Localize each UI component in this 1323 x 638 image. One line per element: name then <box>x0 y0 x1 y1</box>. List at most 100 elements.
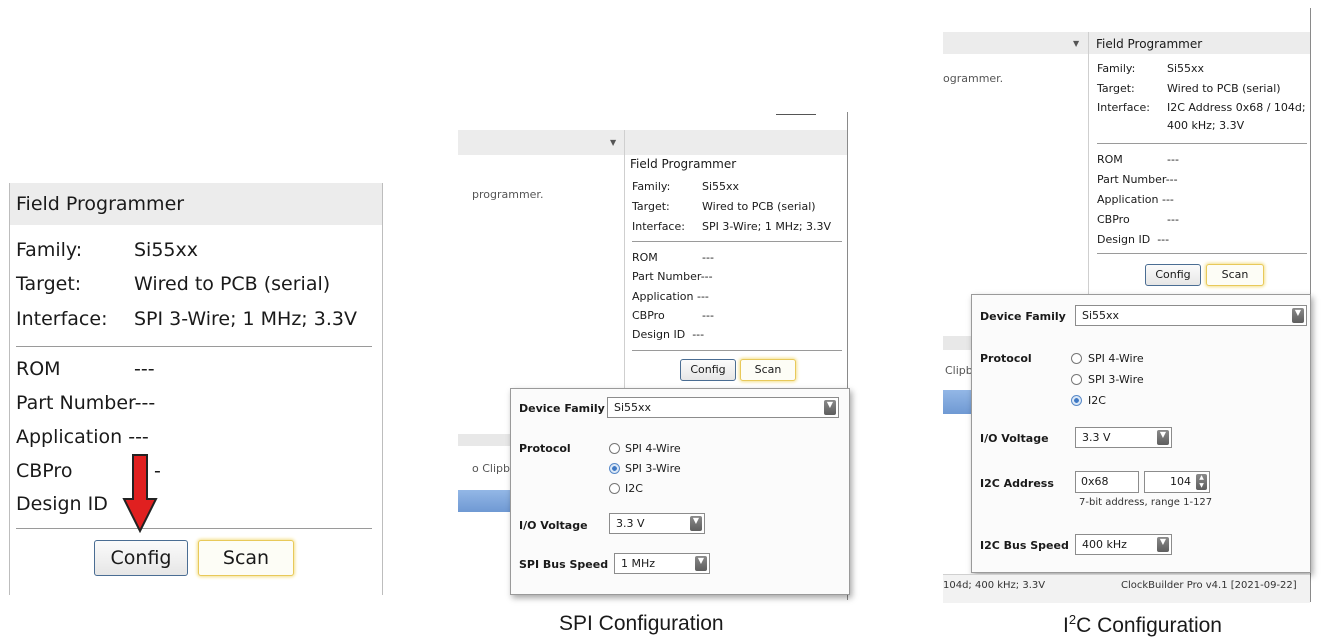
cbpro-value: --- <box>702 309 714 322</box>
interface-value: SPI 3-Wire; 1 MHz; 3.3V <box>134 308 357 330</box>
radio-label: I2C <box>625 482 643 495</box>
device-family-select[interactable]: Si55xx ▼ <box>1075 305 1307 326</box>
part-number-label: Part Number--- <box>632 270 713 283</box>
red-arrow-icon <box>122 454 158 533</box>
divider <box>632 350 842 351</box>
interface-value: SPI 3-Wire; 1 MHz; 3.3V <box>702 220 832 233</box>
radio-i2c[interactable] <box>1071 395 1082 406</box>
status-right-text: ClockBuilder Pro v4.1 [2021-09-22] <box>1121 580 1297 591</box>
interface-label: Interface: <box>16 308 108 330</box>
i2c-hex-input[interactable]: 0x68 <box>1075 471 1139 493</box>
config-button[interactable]: Config <box>94 540 188 576</box>
protocol-label: Protocol <box>980 352 1032 365</box>
spi-speed-select[interactable]: 1 MHz ▼ <box>614 553 710 574</box>
scan-button[interactable]: Scan <box>740 359 796 381</box>
chevron-down-icon[interactable]: ▼ <box>610 138 616 147</box>
device-family-label: Device Family <box>980 310 1066 323</box>
target-label: Target: <box>16 273 82 295</box>
divider <box>632 241 842 242</box>
panel-title: Field Programmer <box>16 193 185 215</box>
scan-button[interactable]: Scan <box>1206 264 1264 286</box>
background-selection <box>458 490 510 512</box>
panel-title: Field Programmer <box>630 157 737 171</box>
interface-label: Interface: <box>632 220 685 233</box>
background-tab <box>943 336 973 350</box>
io-voltage-select[interactable]: 3.3 V ▼ <box>609 513 705 534</box>
divider <box>16 528 372 529</box>
header-bar <box>458 130 847 155</box>
stepper-arrows-icon[interactable]: ▲ ▼ <box>1196 474 1207 490</box>
rom-value: --- <box>134 358 155 380</box>
radio-label: SPI 3-Wire <box>1088 373 1144 386</box>
design-id-label: Design ID <box>16 493 108 515</box>
interface-value: I2C Address 0x68 / 104d; <box>1167 101 1306 114</box>
chevron-down-icon[interactable]: ▼ <box>695 556 707 571</box>
family-value: Si55xx <box>134 239 199 261</box>
cbpro-label: CBPro <box>16 460 73 482</box>
i2c-screenshot: ▼ ogrammer. Clipb Field Programmer Famil… <box>943 8 1315 603</box>
spi-speed-label: SPI Bus Speed <box>519 558 609 571</box>
rom-value: --- <box>702 251 714 264</box>
radio-i2c[interactable] <box>609 483 620 494</box>
io-voltage-label: I/O Voltage <box>519 519 588 532</box>
background-text: ogrammer. <box>943 72 1004 85</box>
radio-spi-4-wire[interactable] <box>1071 353 1082 364</box>
i2c-address-hint: 7-bit address, range 1-127 <box>1079 497 1213 508</box>
radio-label: SPI 4-Wire <box>1088 352 1144 365</box>
cropped-text-fragment <box>776 114 816 115</box>
i2c-speed-select[interactable]: 400 kHz ▼ <box>1075 534 1172 555</box>
chevron-down-icon[interactable]: ▼ <box>690 516 702 531</box>
spi-caption: SPI Configuration <box>559 612 724 635</box>
protocol-label: Protocol <box>519 442 571 455</box>
interface-label: Interface: <box>1097 101 1150 114</box>
select-value: Si55xx <box>614 401 652 414</box>
target-value: Wired to PCB (serial) <box>134 273 331 295</box>
design-id-label: Design ID --- <box>1097 233 1170 246</box>
input-value: 104 <box>1170 475 1191 488</box>
design-id-label: Design ID --- <box>632 328 705 341</box>
select-value: 1 MHz <box>621 557 656 570</box>
chevron-down-icon[interactable]: ▼ <box>1073 39 1079 48</box>
i2c-speed-label: I2C Bus Speed <box>980 539 1069 552</box>
field-programmer-panel-large: Field Programmer Family: Si55xx Target: … <box>9 183 383 595</box>
config-dialog: Device Family Si55xx ▼ Protocol SPI 4-Wi… <box>971 294 1311 573</box>
interface-value-line2: 400 kHz; 3.3V <box>1167 119 1245 132</box>
io-voltage-select[interactable]: 3.3 V ▼ <box>1075 427 1172 448</box>
rom-label: ROM <box>16 358 61 380</box>
background-selection <box>943 390 973 414</box>
radio-spi-3-wire[interactable] <box>1071 374 1082 385</box>
config-button[interactable]: Config <box>1145 264 1201 286</box>
device-family-select[interactable]: Si55xx ▼ <box>607 397 839 418</box>
device-family-label: Device Family <box>519 402 605 415</box>
background-text-2: Clipb <box>945 364 973 377</box>
cbpro-label: CBPro <box>1097 213 1130 226</box>
cbpro-label: CBPro <box>632 309 665 322</box>
chevron-down-icon[interactable]: ▼ <box>1292 308 1304 323</box>
chevron-down-icon[interactable]: ▼ <box>1157 430 1169 445</box>
config-button[interactable]: Config <box>680 359 736 381</box>
rom-label: ROM <box>632 251 658 264</box>
radio-label: SPI 4-Wire <box>625 442 681 455</box>
config-dialog: Device Family Si55xx ▼ Protocol SPI 4-Wi… <box>510 388 850 595</box>
divider <box>1097 143 1307 144</box>
target-label: Target: <box>1097 82 1135 95</box>
splitter <box>624 130 625 410</box>
input-value: 0x68 <box>1081 475 1109 488</box>
chevron-down-icon[interactable]: ▼ <box>824 400 836 415</box>
select-value: 3.3 V <box>616 517 645 530</box>
radio-spi-3-wire[interactable] <box>609 463 620 474</box>
chevron-down-icon[interactable]: ▼ <box>1157 537 1169 552</box>
io-voltage-label: I/O Voltage <box>980 432 1049 445</box>
family-value: Si55xx <box>702 180 740 193</box>
family-label: Family: <box>632 180 671 193</box>
radio-spi-4-wire[interactable] <box>609 443 620 454</box>
cbpro-value: --- <box>1167 213 1179 226</box>
spi-screenshot: ▼ programmer. o Clipb Field Programmer F… <box>458 112 853 600</box>
scan-button[interactable]: Scan <box>198 540 294 576</box>
target-label: Target: <box>632 200 670 213</box>
part-number-label: Part Number--- <box>1097 173 1178 186</box>
radio-label: I2C <box>1088 394 1106 407</box>
select-value: 400 kHz <box>1082 538 1127 551</box>
application-label: Application --- <box>16 426 149 448</box>
i2c-decimal-stepper[interactable]: 104 ▲ ▼ <box>1144 471 1210 493</box>
